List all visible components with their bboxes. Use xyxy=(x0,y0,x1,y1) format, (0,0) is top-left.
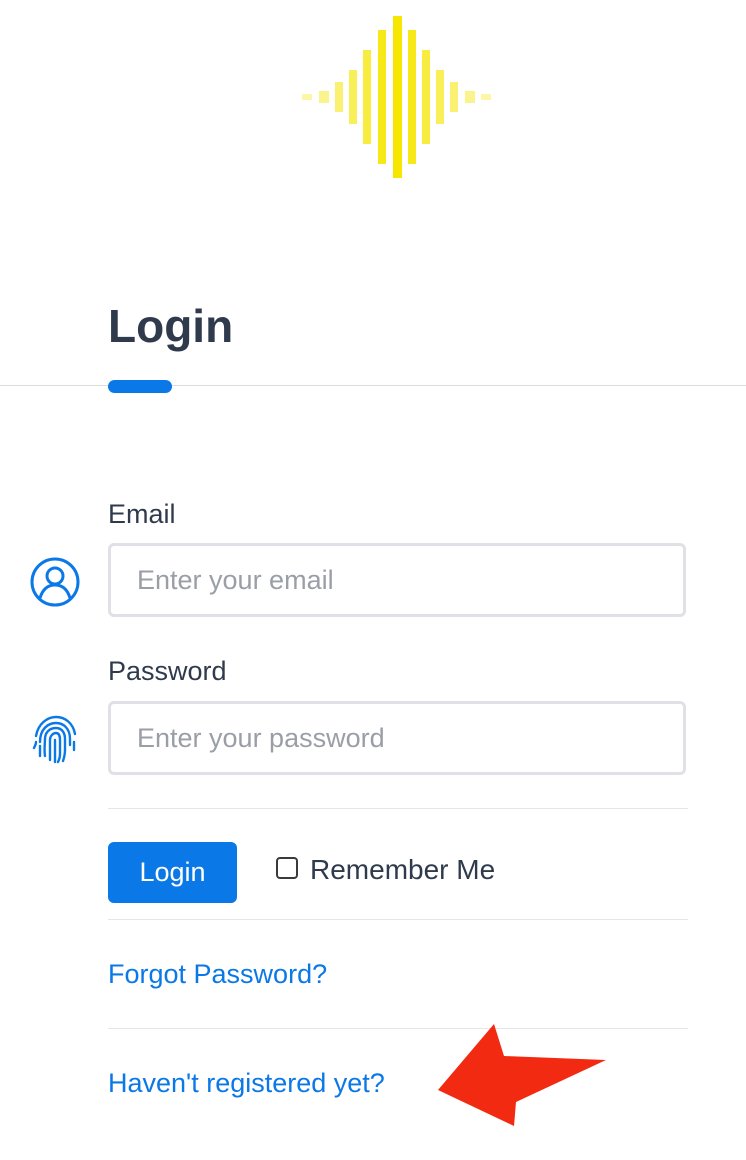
login-button[interactable]: Login xyxy=(108,842,237,903)
register-link[interactable]: Haven't registered yet? xyxy=(108,1066,385,1100)
page-title: Login xyxy=(108,300,234,352)
form-divider xyxy=(108,808,688,809)
sound-wave-icon xyxy=(302,16,491,178)
login-page: Login Email Password Login Remember Me F… xyxy=(0,0,746,1160)
remember-me-label: Remember Me xyxy=(310,854,496,885)
remember-me-checkbox[interactable] xyxy=(276,857,298,879)
arrow-pointer-icon xyxy=(438,1024,606,1126)
title-underline xyxy=(108,380,172,393)
remember-me[interactable]: Remember Me xyxy=(276,852,495,888)
forgot-password-link[interactable]: Forgot Password? xyxy=(108,957,327,991)
password-label: Password xyxy=(108,656,227,686)
email-input[interactable] xyxy=(108,543,686,617)
password-input[interactable] xyxy=(108,701,686,775)
email-label: Email xyxy=(108,499,176,529)
form-divider xyxy=(108,919,688,920)
user-circle-icon xyxy=(30,557,80,607)
fingerprint-icon xyxy=(32,715,77,764)
